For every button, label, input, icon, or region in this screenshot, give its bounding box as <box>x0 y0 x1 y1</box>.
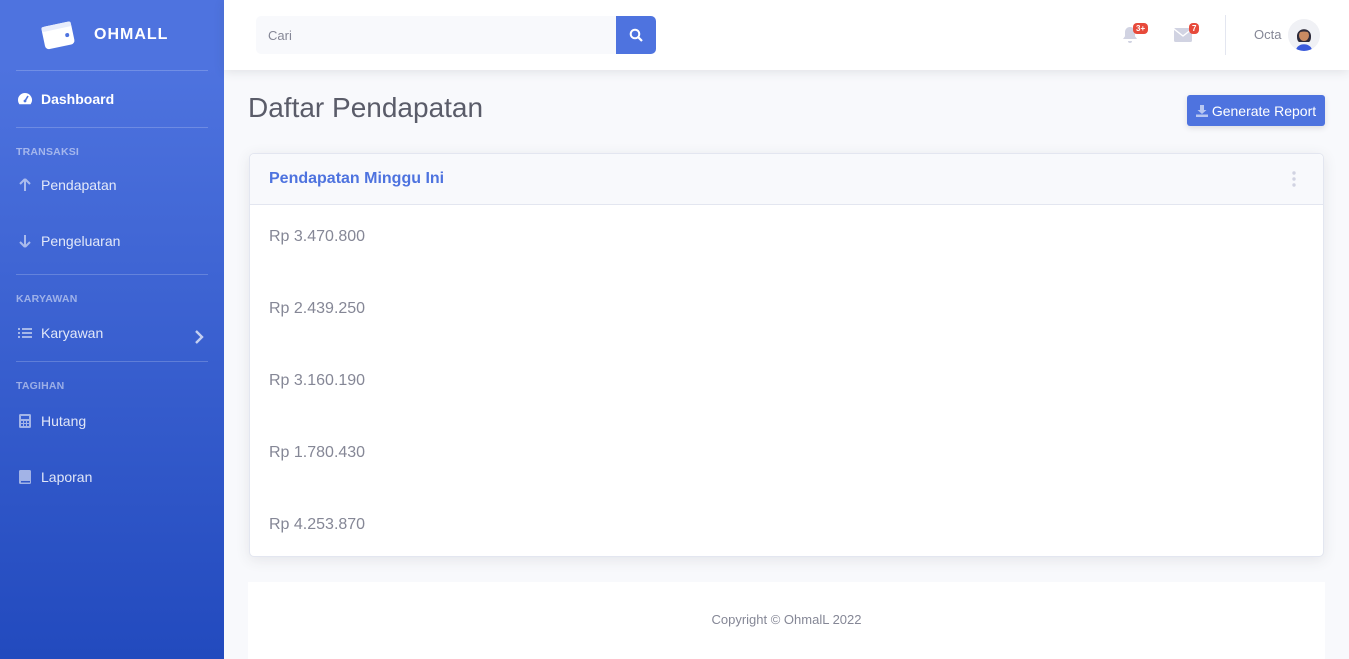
card-header: Pendapatan Minggu Ini <box>250 154 1323 205</box>
income-amount: Rp 4.253.870 <box>269 516 366 533</box>
sidebar-heading-karyawan: KARYAWAN <box>16 293 78 305</box>
wallet-icon <box>41 21 75 50</box>
brand[interactable]: OHMALL <box>0 0 224 70</box>
sidebar-item-pendapatan[interactable]: Pendapatan <box>0 162 224 208</box>
user-name[interactable]: Octa <box>1254 27 1281 42</box>
search-icon <box>629 28 643 42</box>
sidebar-heading-transaksi: TRANSAKSI <box>16 146 80 158</box>
sidebar-item-label: Pendapatan <box>41 177 117 193</box>
income-amount: Rp 3.160.190 <box>269 372 366 389</box>
income-amount: Rp 1.780.430 <box>269 444 366 461</box>
list-icon <box>17 325 33 341</box>
sidebar-item-label: Dashboard <box>41 91 115 107</box>
sidebar-heading-tagihan: TAGIHAN <box>16 380 65 392</box>
messages-button[interactable]: 7 <box>1174 23 1200 46</box>
search-bar <box>256 16 656 54</box>
search-input[interactable] <box>256 16 616 54</box>
arrow-down-icon <box>17 233 33 249</box>
alerts-count-badge: 3+ <box>1133 23 1149 34</box>
messages-count-badge: 7 <box>1189 23 1200 34</box>
tachometer-icon <box>17 91 33 107</box>
alerts-button[interactable]: 3+ <box>1122 23 1149 46</box>
generate-report-button[interactable]: Generate Report <box>1187 95 1325 126</box>
arrow-up-icon <box>17 177 33 193</box>
book-icon <box>17 469 33 485</box>
copyright-text: Copyright © OhmalL 2022 <box>711 612 862 627</box>
download-icon <box>1195 104 1208 117</box>
search-button[interactable] <box>616 16 656 54</box>
sidebar-item-laporan[interactable]: Laporan <box>0 446 224 508</box>
user-avatar-icon <box>1288 19 1320 51</box>
income-amount: Rp 2.439.250 <box>269 300 366 317</box>
topbar-divider <box>1225 15 1226 55</box>
topbar: 3+ 7 Octa <box>224 0 1349 70</box>
page-title: Daftar Pendapatan <box>248 92 484 123</box>
card-title: Pendapatan Minggu Ini <box>269 170 445 187</box>
footer: Copyright © OhmalL 2022 <box>248 582 1325 659</box>
sidebar-item-pengeluaran[interactable]: Pengeluaran <box>0 208 224 274</box>
brand-name: OHMALL <box>94 26 169 43</box>
calculator-icon <box>17 413 33 429</box>
sidebar-item-label: Karyawan <box>41 325 104 341</box>
more-options-icon[interactable] <box>1291 171 1297 187</box>
income-amount: Rp 3.470.800 <box>269 228 366 245</box>
sidebar-item-label: Pengeluaran <box>41 233 121 249</box>
sidebar-item-label: Laporan <box>41 469 93 485</box>
sidebar-item-label: Hutang <box>41 413 87 429</box>
chevron-right-icon <box>195 330 204 344</box>
sidebar: OHMALL Dashboard TRANSAKSI Pendapatan Pe… <box>0 0 224 659</box>
sidebar-item-hutang[interactable]: Hutang <box>0 396 224 446</box>
avatar[interactable] <box>1288 19 1320 51</box>
weekly-income-card: Pendapatan Minggu Ini Rp 3.470.800 Rp 2.… <box>249 153 1324 557</box>
generate-report-label: Generate Report <box>1211 102 1317 119</box>
sidebar-item-dashboard[interactable]: Dashboard <box>0 71 224 127</box>
sidebar-item-karyawan[interactable]: Karyawan <box>0 309 224 357</box>
